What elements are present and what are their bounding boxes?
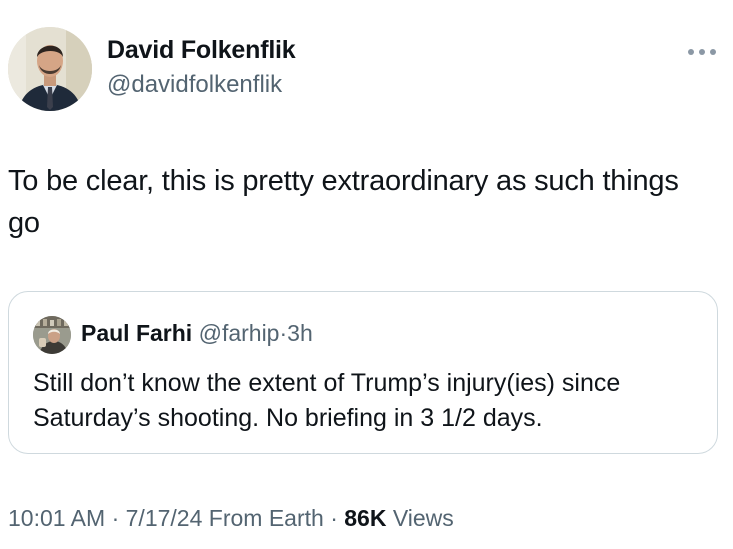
quoted-author-display-name[interactable]: Paul Farhi [81,320,192,346]
tweet-time[interactable]: 10:01 AM [8,505,105,531]
meta-separator: · [111,505,120,531]
tweet-date[interactable]: 7/17/24 [126,505,203,531]
author-avatar[interactable] [8,27,92,111]
tweet-source: From Earth [208,505,324,531]
more-horizontal-icon [688,49,716,55]
more-options-button[interactable] [684,40,720,64]
quoted-tweet-header: Paul Farhi @farhip·3h [81,320,313,347]
quoted-tweet[interactable]: Paul Farhi @farhip·3h Still don’t know t… [8,291,718,454]
views-count: 86K [344,505,387,531]
author-display-name[interactable]: David Folkenflik [107,36,296,65]
quoted-author-handle[interactable]: @farhip [199,320,280,346]
tweet-meta: 10:01 AM · 7/17/24 From Earth · 86K View… [8,505,454,532]
quoted-header-separator: · [279,320,288,346]
views-label: Views [392,505,454,531]
author-handle[interactable]: @davidfolkenflik [107,71,282,99]
quoted-tweet-time[interactable]: 3h [287,320,313,346]
quoted-tweet-text: Still don’t know the extent of Trump’s i… [33,369,621,432]
tweet-card: David Folkenflik @davidfolkenflik To be … [0,0,733,549]
quoted-author-avatar[interactable] [33,316,71,354]
tweet-text: To be clear, this is pretty extraordinar… [8,165,679,239]
meta-separator: · [330,505,338,531]
